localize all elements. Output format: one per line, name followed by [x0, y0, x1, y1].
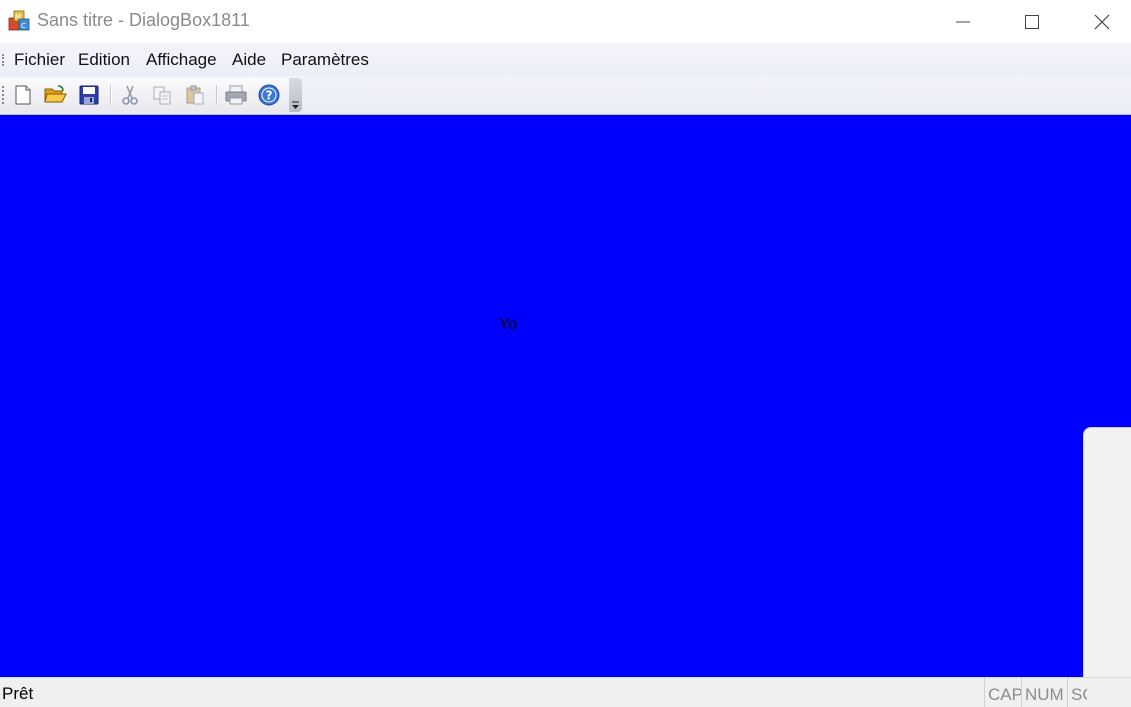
menu-bar: Fichier Edition Affichage Aide Paramètre…	[0, 43, 1131, 76]
client-text: Yo	[499, 316, 518, 333]
new-button[interactable]	[10, 82, 36, 108]
client-area[interactable]: Yo	[0, 115, 1131, 678]
save-icon	[79, 85, 99, 105]
title-bar: M C Sans titre - DialogBox1811	[0, 0, 1131, 43]
app-icon[interactable]: M C	[7, 9, 31, 33]
print-button[interactable]	[223, 82, 249, 108]
help-button[interactable]: ?	[256, 82, 282, 108]
maximize-icon	[1025, 14, 1039, 29]
minimize-icon	[956, 21, 970, 22]
toolbar-grip[interactable]	[2, 86, 6, 104]
svg-text:M: M	[15, 13, 21, 21]
status-text: Prêt	[2, 684, 34, 703]
toolbar-separator	[110, 85, 112, 105]
menu-affichage[interactable]: Affichage	[146, 50, 217, 70]
copy-button[interactable]	[149, 82, 175, 108]
cut-icon	[122, 85, 138, 105]
num-lock-indicator: NUM	[1021, 678, 1069, 707]
paste-button[interactable]	[182, 82, 208, 108]
toolbar-separator	[216, 85, 218, 105]
close-icon	[1094, 14, 1110, 29]
menu-edition[interactable]: Edition	[78, 50, 130, 70]
paste-icon	[186, 85, 204, 105]
menu-grip[interactable]	[2, 54, 6, 66]
maximize-button[interactable]	[1009, 0, 1055, 43]
svg-text:C: C	[21, 22, 26, 30]
open-button[interactable]	[42, 82, 68, 108]
menu-parametres[interactable]: Paramètres	[281, 50, 369, 70]
menu-aide[interactable]: Aide	[232, 50, 266, 70]
chevron-down-icon	[292, 101, 299, 109]
status-bar: Prêt CAP NUM SC	[0, 677, 1131, 707]
close-button[interactable]	[1079, 0, 1125, 43]
window-title: Sans titre - DialogBox1811	[37, 10, 250, 30]
help-icon: ?	[258, 84, 280, 106]
cut-button[interactable]	[117, 82, 143, 108]
minimize-button[interactable]	[940, 0, 986, 43]
save-button[interactable]	[76, 82, 102, 108]
standard-toolbar: ?	[0, 78, 302, 112]
menu-fichier[interactable]: Fichier	[14, 50, 65, 70]
open-folder-icon	[44, 85, 67, 103]
svg-text:?: ?	[266, 89, 273, 103]
side-panel[interactable]	[1083, 427, 1131, 678]
new-document-icon	[15, 85, 31, 105]
caps-lock-indicator: CAP	[984, 678, 1023, 707]
scroll-lock-indicator: SC	[1067, 678, 1087, 707]
toolbar-overflow-button[interactable]	[289, 78, 302, 112]
copy-icon	[153, 86, 171, 105]
print-icon	[225, 85, 247, 105]
toolbar-row: ?	[0, 76, 1131, 115]
